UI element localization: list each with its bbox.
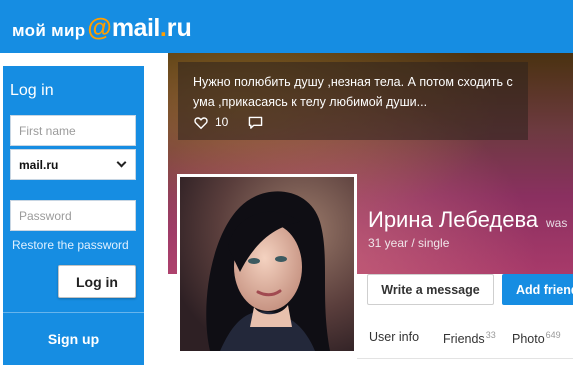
site-logo[interactable]: мой мир @ mail . ru [12,14,192,42]
logo-at: @ [87,14,112,42]
restore-password-link[interactable]: Restore the password [12,238,129,252]
comment-icon[interactable] [248,116,263,130]
password-input[interactable]: Password [10,200,136,231]
add-friend-button[interactable]: Add friend [502,274,573,305]
domain-select[interactable]: mail.ru [10,149,136,180]
tab-friends[interactable]: Friends33 [443,330,496,346]
first-name-input[interactable]: First name [10,115,136,146]
write-message-button[interactable]: Write a message [367,274,494,305]
heart-icon[interactable] [194,116,208,130]
status-text: Нужно полюбить душу ,незная тела. А пото… [193,75,513,109]
signup-button[interactable]: Sign up [3,331,144,347]
top-bar: мой мир @ mail . ru [0,0,573,53]
tab-user-info[interactable]: User info [369,330,419,344]
logo-mail: mail [111,14,161,42]
first-name-placeholder: First name [19,123,76,138]
tab-user-info-label: User info [369,330,420,344]
password-placeholder: Password [19,208,72,223]
profile-meta: 31 year / single [368,236,450,250]
last-seen-label: was [546,216,568,230]
tab-photo[interactable]: Photo649 [512,330,561,346]
login-panel: Log in First name mail.ru Password Resto… [3,66,144,365]
status-box: Нужно полюбить душу ,незная тела. А пото… [178,62,528,140]
tabs-divider [357,358,573,359]
logo-ru: ru [166,14,192,42]
profile-photo [180,177,354,351]
login-title: Log in [10,82,54,99]
photo-count: 649 [545,330,561,340]
friends-count: 33 [485,330,496,340]
like-count: 10 [215,115,229,129]
logo-word: мой мир [12,21,86,40]
profile-name: Ирина Лебедева [368,207,539,232]
domain-value: mail.ru [19,157,59,172]
login-divider [3,312,144,313]
login-button[interactable]: Log in [58,265,136,298]
logo-dot: . [159,14,167,42]
avatar[interactable] [177,174,357,354]
tab-friends-label: Friends [443,332,485,347]
tab-photo-label: Photo [512,332,545,347]
chevron-down-icon [116,157,127,168]
